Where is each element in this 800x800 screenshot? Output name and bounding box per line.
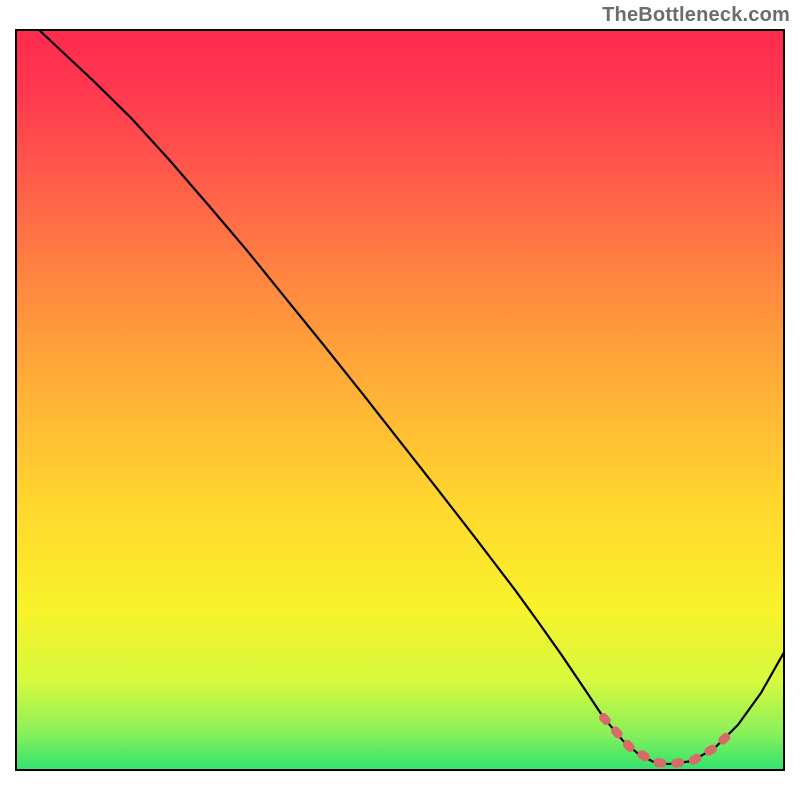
watermark-label: TheBottleneck.com bbox=[602, 4, 790, 27]
gradient-background bbox=[16, 30, 784, 770]
chart-svg bbox=[0, 0, 800, 800]
bottleneck-chart: TheBottleneck.com bbox=[0, 0, 800, 800]
